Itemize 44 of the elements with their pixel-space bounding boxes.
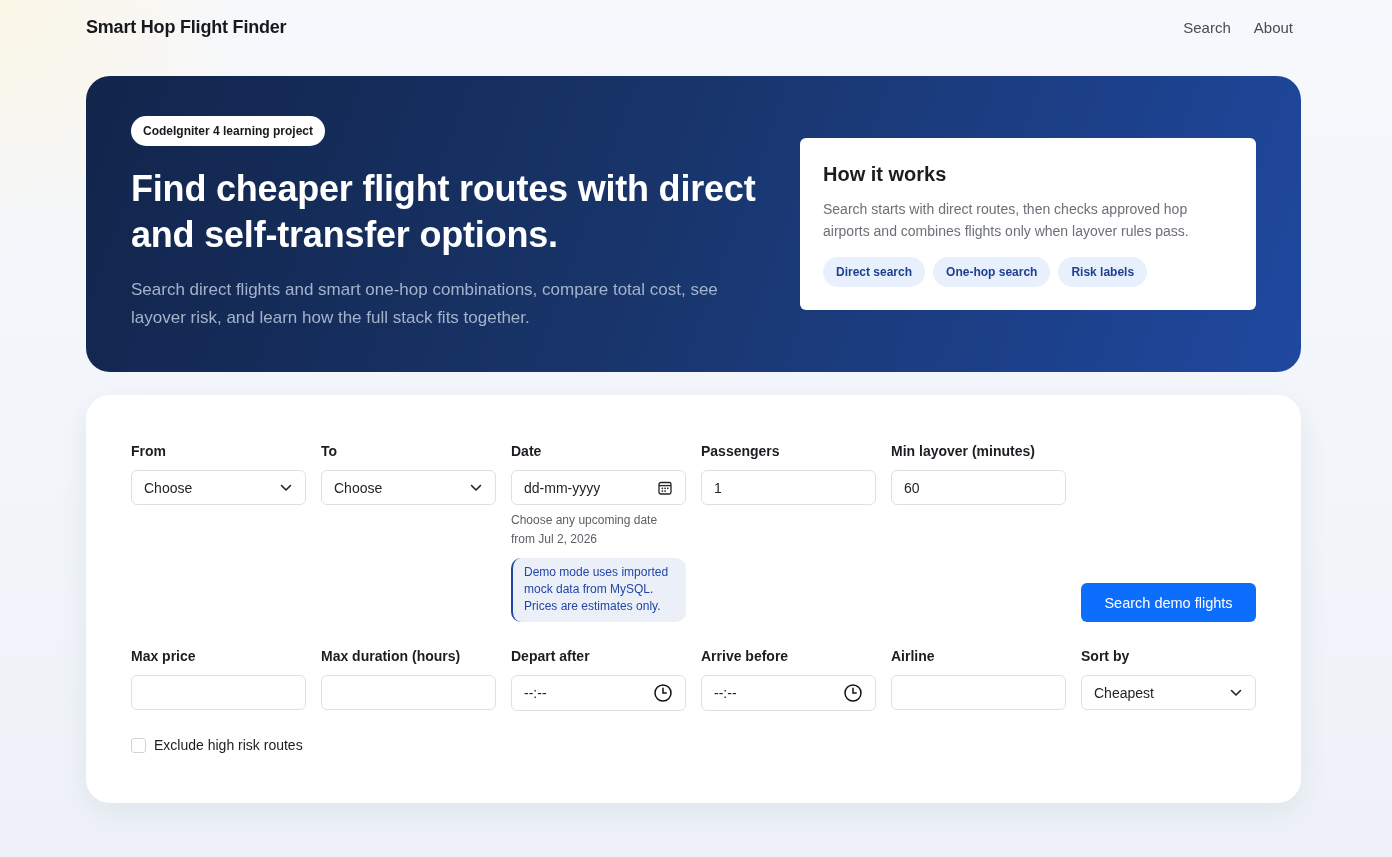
field-label: Depart after [511,647,590,666]
info-notice: Demo mode uses imported mock data from MySQL. Prices are estimates only. [511,558,686,622]
nav-link[interactable]: About [1253,18,1293,36]
field-label: Max price [131,647,196,666]
field-hint: Choose any upcoming date from Jul 2, 2026 [511,512,659,548]
app-title: Smart Hop Flight Finder [86,16,287,38]
chevron-down-icon [1230,688,1242,697]
number-field[interactable] [321,675,496,710]
number-field[interactable]: 60 [891,470,1066,505]
select-field[interactable]: Cheapest [1081,675,1256,710]
search-button[interactable]: Search demo flights [1081,583,1256,622]
field-label: Sort by [1081,647,1130,666]
chevron-down-icon [280,483,292,492]
field-label: Min layover (minutes) [891,442,1035,461]
feature-chip: One-hop search [933,257,1051,287]
date-field[interactable]: dd-mm-yyyy [511,470,686,505]
time-field[interactable]: --:-- [701,675,876,711]
feature-chip: Direct search [823,257,926,287]
chevron-down-icon [470,483,482,492]
checkbox[interactable] [131,737,146,753]
field-label: To [321,442,338,461]
field-label: Airline [891,647,935,666]
field-label: Passengers [701,442,780,461]
clock-icon [844,684,862,702]
field-label: Date [511,442,542,461]
text-field[interactable] [891,675,1066,710]
hero-heading: Find cheaper flight routes with direct and self-transfer options. [131,167,757,257]
hero-subtitle: Search direct flights and smart one-hop combinations, compare total cost, see layover risk, and learn how the full stack fits together. [131,279,719,329]
card-title: How it works [823,163,948,186]
calendar-icon [658,480,672,495]
project-badge: CodeIgniter 4 learning project [131,116,326,146]
checkbox-label: Exclude high risk routes [154,737,303,753]
nav-link[interactable]: Search [1183,18,1231,36]
select-field[interactable]: Choose [131,470,306,505]
feature-chip: Risk labels [1058,257,1148,287]
field-label: From [131,442,166,461]
select-field[interactable]: Choose [321,470,496,505]
time-field[interactable]: --:-- [511,675,686,711]
number-field[interactable]: 1 [701,470,876,505]
clock-icon [654,684,672,702]
number-field[interactable] [131,675,306,710]
field-label: Arrive before [701,647,789,666]
card-text: Search starts with direct routes, then checks approved hop airports and combines flights only when layover rules pass. [823,200,1190,241]
field-label: Max duration (hours) [321,647,461,666]
